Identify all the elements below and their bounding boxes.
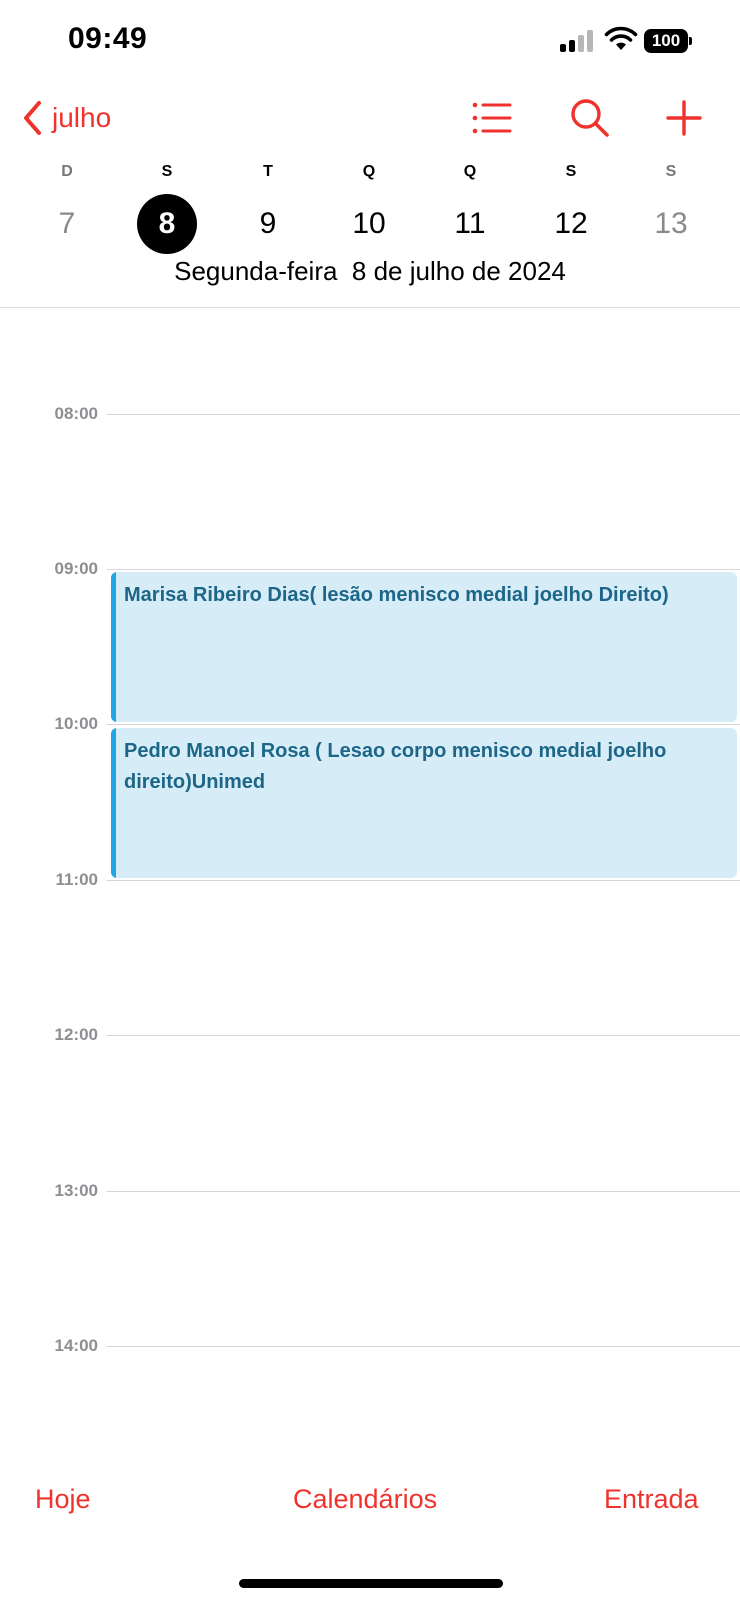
hour-line	[107, 1346, 740, 1347]
event-color-bar	[111, 572, 116, 722]
day-number[interactable]: 9	[238, 194, 298, 254]
search-icon[interactable]	[568, 96, 612, 140]
week-day: D 7	[17, 158, 117, 254]
week-day: T 9	[218, 158, 318, 254]
hour-row: 11:00	[0, 870, 740, 900]
day-letter: S	[161, 163, 173, 180]
wifi-icon	[604, 26, 638, 50]
week-day: S 8	[117, 158, 217, 254]
calendars-button[interactable]: Calendários	[293, 1484, 437, 1515]
inbox-button[interactable]: Entrada	[604, 1484, 699, 1515]
status-bar: 09:49 100	[0, 0, 740, 80]
plus-icon[interactable]	[662, 96, 706, 140]
calendar-event[interactable]: Marisa Ribeiro Dias( lesão menisco media…	[111, 572, 737, 722]
hour-label: 14:00	[54, 1336, 98, 1355]
nav-bar: julho	[0, 90, 740, 146]
day-number[interactable]: 7	[37, 194, 97, 254]
day-letter: Q	[362, 163, 376, 180]
day-letter: D	[61, 163, 73, 180]
hour-line	[107, 569, 740, 570]
event-title: Marisa Ribeiro Dias( lesão menisco media…	[124, 584, 669, 606]
week-strip: D 7 S 8 T 9 Q 10 Q 11 S 12 S 13	[0, 158, 740, 254]
chevron-left-icon	[24, 101, 41, 135]
event-title: Pedro Manoel Rosa ( Lesao corpo menisco …	[124, 740, 667, 793]
day-number[interactable]: 10	[339, 194, 399, 254]
battery-level: 100	[644, 29, 688, 53]
back-button-label: julho	[52, 102, 112, 133]
day-number[interactable]: 13	[641, 194, 701, 254]
week-day: S 13	[621, 158, 721, 254]
day-letter: T	[263, 163, 273, 180]
event-color-bar	[111, 728, 116, 878]
day-number-selected[interactable]: 8	[137, 194, 197, 254]
day-number[interactable]: 12	[541, 194, 601, 254]
hour-label: 13:00	[54, 1181, 98, 1200]
calendar-event[interactable]: Pedro Manoel Rosa ( Lesao corpo menisco …	[111, 728, 737, 878]
week-day: S 12	[521, 158, 621, 254]
signal-icon	[560, 30, 594, 52]
hour-label: 08:00	[54, 404, 98, 423]
day-letter: S	[665, 163, 677, 180]
day-letter: Q	[463, 163, 477, 180]
hour-line	[107, 880, 740, 881]
header-divider	[0, 307, 740, 308]
hour-label: 09:00	[54, 559, 98, 578]
selected-date-title: Segunda-feira 8 de julho de 2024	[174, 256, 566, 286]
hour-line	[107, 724, 740, 725]
hour-label: 11:00	[55, 870, 98, 889]
hour-line	[107, 1035, 740, 1036]
today-button[interactable]: Hoje	[35, 1484, 91, 1515]
battery-icon: 100	[644, 29, 692, 53]
week-day: Q 11	[420, 158, 520, 254]
hour-label: 12:00	[54, 1025, 98, 1044]
hour-label: 10:00	[54, 714, 98, 733]
day-number[interactable]: 11	[440, 194, 500, 254]
list-icon[interactable]	[470, 96, 514, 140]
home-indicator	[239, 1579, 503, 1588]
hour-row: 08:00	[0, 404, 740, 434]
status-time: 09:49	[68, 22, 148, 55]
hour-row: 14:00	[0, 1336, 740, 1366]
hour-line	[107, 1191, 740, 1192]
week-day: Q 10	[319, 158, 419, 254]
hour-line	[107, 414, 740, 415]
back-button[interactable]: julho	[22, 98, 111, 138]
hour-row: 13:00	[0, 1181, 740, 1211]
hour-row: 12:00	[0, 1025, 740, 1055]
day-letter: S	[565, 163, 577, 180]
